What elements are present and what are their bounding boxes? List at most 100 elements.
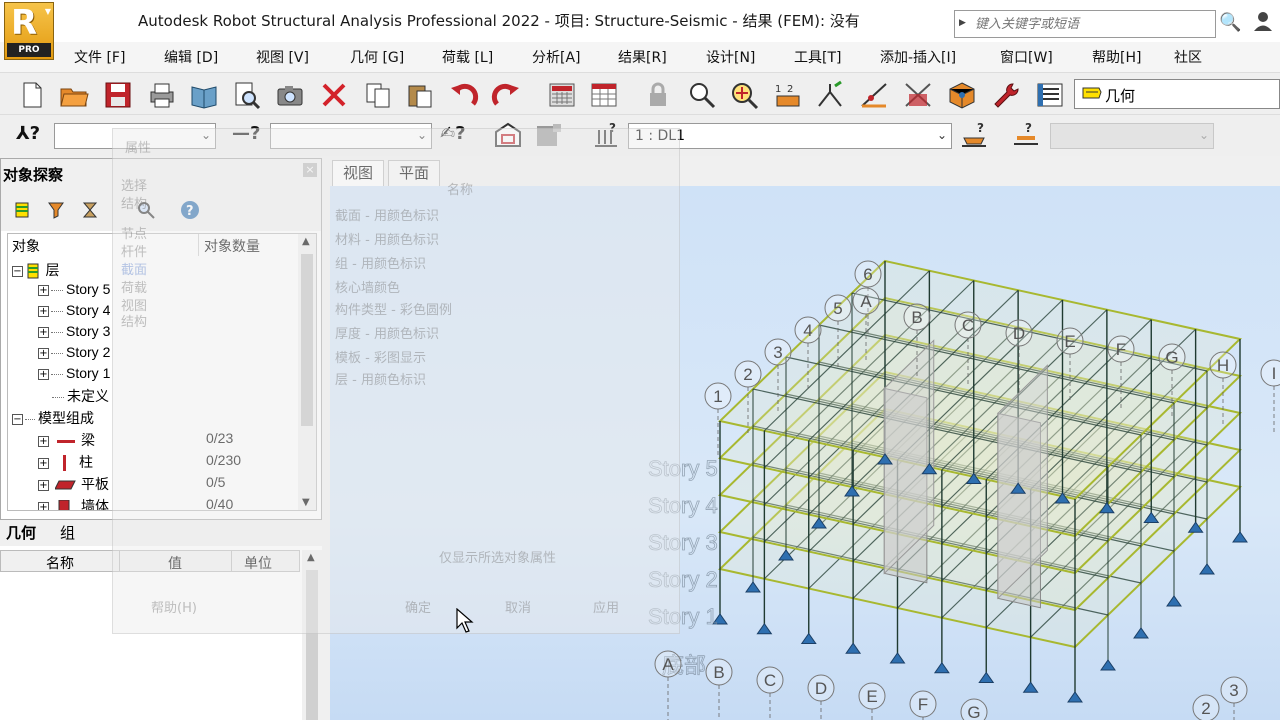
object-selection-icon[interactable]: ✍? [440,123,466,144]
tree-item-story-1[interactable]: + Story 1 [38,365,110,386]
tree-item-beams[interactable]: + 梁 0/23 [38,430,308,451]
close-icon[interactable]: × [303,163,317,177]
calculator-icon[interactable] [546,79,578,111]
tab-groups[interactable]: 组 [54,522,81,544]
search-icon[interactable] [135,199,157,221]
layout-select[interactable]: 几何 [1074,79,1280,109]
expand-arrow-icon[interactable]: ▶ [959,18,966,28]
tree-item-story-5[interactable]: + Story 5 [38,281,110,302]
menu-tools[interactable]: 工具[T] [794,47,841,67]
load-case-icon[interactable]: ? [590,119,622,151]
load-combination-icon[interactable]: ? [1010,119,1042,151]
copy-icon[interactable] [362,79,394,111]
help-icon[interactable]: ? [179,199,201,221]
story-view-icon[interactable] [492,119,524,151]
collapse-icon[interactable]: − [12,265,23,277]
3d-cube-icon[interactable] [946,79,978,111]
menu-geometry[interactable]: 几何 [G] [350,47,404,67]
tree-item-story-2[interactable]: + Story 2 [38,344,110,365]
col-count[interactable]: 对象数量 [204,236,260,256]
3d-viewport[interactable]: Story 5 Story 4 Story 3 Story 2 Story 1 底部 1 2 3… [330,186,1280,720]
menu-design[interactable]: 设计[N] [706,47,755,67]
menu-help[interactable]: 帮助[H] [1092,47,1141,67]
binoculars-icon[interactable]: 🔍 [1219,12,1241,33]
expand-icon[interactable]: + [38,457,49,469]
story-filter-icon[interactable] [11,199,33,221]
expand-icon[interactable]: + [38,305,49,317]
menu-results[interactable]: 结果[R] [618,47,667,67]
node-numbers-icon[interactable]: 12 [772,79,804,111]
help-search[interactable]: ▶ [954,10,1216,38]
col-name[interactable]: 名称 [1,553,119,573]
tree-item-undefined[interactable]: 未定义 [52,386,109,407]
col-object[interactable]: 对象 [12,236,40,256]
filter-icon[interactable] [45,199,67,221]
properties-scrollbar[interactable]: ▲ [302,550,322,720]
tree-item-walls[interactable]: + 墙体 0/40 [38,496,308,510]
book-icon[interactable] [188,79,220,111]
help-search-input[interactable] [975,13,1211,35]
open-folder-icon[interactable] [58,79,90,111]
save-icon[interactable] [102,79,134,111]
tree-item-slabs[interactable]: + 平板 0/5 [38,474,308,495]
node-selection-icon[interactable]: ⅄? [16,123,40,144]
print-preview-icon[interactable] [230,79,262,111]
menu-file[interactable]: 文件 [F] [74,47,125,67]
expand-icon[interactable]: + [38,284,49,296]
app-logo[interactable]: R ▼ PRO [4,2,54,60]
structure-model[interactable]: Story 5Story 4Story 3Story 2Story 1底部123… [330,186,1280,720]
paste-icon[interactable] [404,79,436,111]
expand-icon[interactable]: + [38,347,49,359]
lock-icon[interactable] [642,79,674,111]
menu-loads[interactable]: 荷载 [L] [442,47,493,67]
expand-icon[interactable]: + [38,435,49,447]
scroll-thumb[interactable] [306,570,318,720]
load-type-icon[interactable]: ? [958,119,990,151]
bar-selection-icon[interactable]: —? [232,123,260,144]
layout-selector-icon[interactable] [1034,79,1066,111]
tab-view[interactable]: 视图 [332,160,385,186]
user-icon[interactable] [1252,10,1274,37]
grid-icon[interactable] [532,119,564,151]
sort-icon[interactable] [79,199,101,221]
zoom-all-icon[interactable] [728,79,760,111]
tree-scrollbar[interactable]: ▲ ▼ [298,234,316,510]
menu-analysis[interactable]: 分析[A] [532,47,581,67]
expand-icon[interactable]: + [38,479,49,491]
load-case-combo[interactable]: 1 : DL1 ⌄ [628,123,952,149]
expand-icon[interactable]: + [38,368,49,380]
tree-item-columns[interactable]: + 柱 0/230 [38,452,308,473]
node-selection-combo[interactable]: ⌄ [54,123,216,149]
collapse-icon[interactable]: − [12,413,23,425]
menu-edit[interactable]: 编辑 [D] [164,47,218,67]
tab-geometry[interactable]: 几何 [0,522,42,544]
redo-icon[interactable] [490,79,522,111]
expand-icon[interactable]: + [38,501,49,510]
supports-icon[interactable] [814,79,846,111]
structure-view-icon[interactable] [902,79,934,111]
col-unit[interactable]: 单位 [231,553,285,573]
scroll-down-icon[interactable]: ▼ [302,497,310,508]
tree-item-stories[interactable]: − 层 [12,260,59,281]
tab-plan[interactable]: 平面 [388,160,441,186]
scroll-up-icon[interactable]: ▲ [302,236,310,247]
mode-combo[interactable]: ⌄ [1050,123,1214,149]
bar-selection-combo[interactable]: ⌄ [270,123,432,149]
scroll-thumb[interactable] [301,254,313,426]
col-value[interactable]: 值 [119,553,231,573]
menu-add-insert[interactable]: 添加-插入[I] [880,47,956,67]
tree-item-story-4[interactable]: + Story 4 [38,302,110,323]
undo-icon[interactable] [448,79,480,111]
scroll-up-icon[interactable]: ▲ [307,552,315,563]
menu-community[interactable]: 社区 [1174,47,1202,67]
tree-item-story-3[interactable]: + Story 3 [38,323,110,344]
tree-item-model-components[interactable]: − 模型组成 [12,408,94,429]
menu-view[interactable]: 视图 [V] [256,47,309,67]
delete-icon[interactable] [318,79,350,111]
new-file-icon[interactable] [16,79,48,111]
table-icon[interactable] [588,79,620,111]
dimension-icon[interactable] [858,79,890,111]
zoom-icon[interactable] [686,79,718,111]
wrench-icon[interactable] [990,79,1022,111]
print-icon[interactable] [146,79,178,111]
